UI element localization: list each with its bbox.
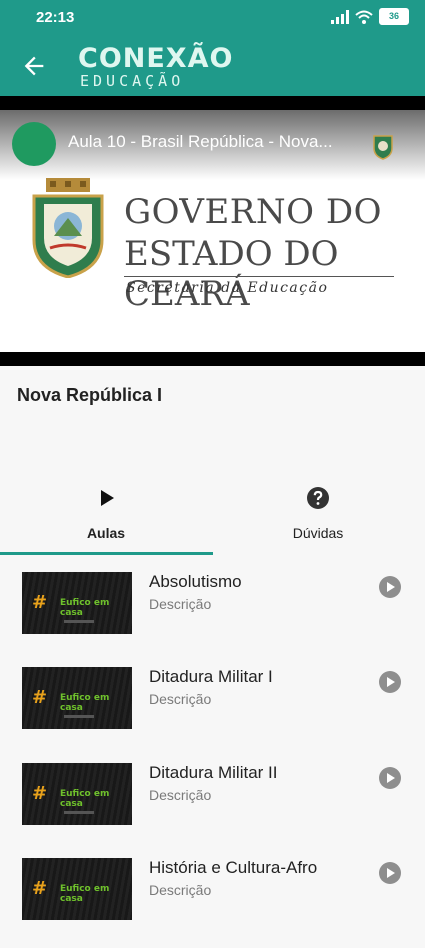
back-arrow-icon[interactable] xyxy=(20,52,48,80)
lesson-description: Descrição xyxy=(149,596,212,612)
lesson-item[interactable]: # Eufico em casa Absolutismo Descrição xyxy=(0,572,425,662)
tab-duvidas[interactable]: Dúvidas xyxy=(212,478,424,556)
tab-aulas[interactable]: Aulas xyxy=(0,478,212,556)
battery-icon: 36 xyxy=(379,8,409,25)
wifi-icon xyxy=(355,10,373,24)
app-logo-subtitle: EDUCAÇÃO xyxy=(80,72,185,90)
youtube-play-icon xyxy=(318,328,344,348)
youtube-label: YouTube xyxy=(348,328,419,347)
divider xyxy=(124,276,394,277)
play-circle-icon[interactable] xyxy=(379,862,401,884)
lesson-thumbnail: # Eufico em casa xyxy=(22,858,132,920)
channel-avatar[interactable] xyxy=(12,122,56,166)
status-icons: 36 xyxy=(331,8,409,25)
thumb-tag: Eufico em casa xyxy=(60,884,110,904)
tab-aulas-label: Aulas xyxy=(86,525,126,541)
lesson-thumbnail: # Eufico em casa xyxy=(22,667,132,729)
lesson-name: Absolutismo xyxy=(149,572,242,591)
lesson-item[interactable]: # Eufico em casa Ditadura Militar I Desc… xyxy=(0,667,425,757)
lesson-thumbnail: # Eufico em casa xyxy=(22,763,132,825)
gov-line-2: ESTADO DO CEARÁ xyxy=(124,234,339,314)
lesson-name: História e Cultura-Afro xyxy=(149,858,318,877)
thumb-hash: # xyxy=(32,687,48,708)
video-player[interactable]: Aula 10 - Brasil República - Nova... GOV… xyxy=(0,96,425,366)
lesson-description: Descrição xyxy=(149,691,212,707)
play-arrow-icon xyxy=(101,490,114,506)
thumb-footer xyxy=(64,620,94,623)
status-bar: 22:13 36 xyxy=(0,0,425,36)
gov-line-1: GOVERNO DO xyxy=(124,192,382,232)
thumb-footer xyxy=(64,811,94,814)
lesson-item[interactable]: # Eufico em casa História e Cultura-Afro… xyxy=(0,858,425,948)
state-crest-icon xyxy=(32,178,104,278)
thumb-tag: Eufico em casa xyxy=(60,693,110,713)
thumb-tag: Eufico em casa xyxy=(60,789,110,809)
secretaria-label: Secretaria da Educação xyxy=(126,280,329,296)
video-title[interactable]: Aula 10 - Brasil República - Nova... xyxy=(68,132,364,152)
tab-duvidas-label: Dúvidas xyxy=(292,525,344,541)
tab-indicator xyxy=(0,552,213,555)
crest-small-icon xyxy=(373,135,393,160)
play-circle-icon[interactable] xyxy=(379,576,401,598)
tab-bar: Aulas Dúvidas xyxy=(0,478,425,556)
youtube-watermark[interactable]: YouTube xyxy=(318,328,418,348)
lesson-item[interactable]: # Eufico em casa Ditadura Militar II Des… xyxy=(0,763,425,853)
lesson-name: Ditadura Militar II xyxy=(149,763,278,782)
thumb-hash: # xyxy=(32,592,48,613)
play-circle-icon[interactable] xyxy=(379,671,401,693)
lesson-description: Descrição xyxy=(149,882,212,898)
lesson-name: Ditadura Militar I xyxy=(149,667,273,686)
thumb-footer xyxy=(64,715,94,718)
thumb-hash: # xyxy=(32,783,48,804)
thumb-hash: # xyxy=(32,878,48,899)
signal-icon xyxy=(331,9,349,24)
app-bar: CONEXÃO EDUCAÇÃO xyxy=(0,36,425,96)
thumb-tag: Eufico em casa xyxy=(60,598,110,618)
video-frame[interactable]: Aula 10 - Brasil República - Nova... GOV… xyxy=(0,110,425,352)
lesson-description: Descrição xyxy=(149,787,212,803)
help-circle-icon xyxy=(307,487,329,509)
app-logo-title: CONEXÃO xyxy=(78,43,234,74)
play-circle-icon[interactable] xyxy=(379,767,401,789)
lesson-title: Nova República I xyxy=(17,385,163,405)
lesson-thumbnail: # Eufico em casa xyxy=(22,572,132,634)
status-time: 22:13 xyxy=(36,9,75,26)
